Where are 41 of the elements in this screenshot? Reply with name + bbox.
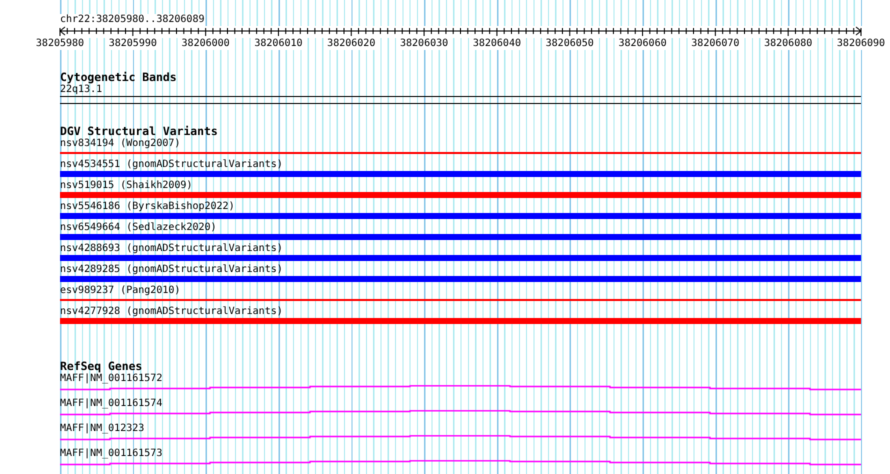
gene-label: MAFF|NM_001161573 [60, 448, 162, 460]
position-label: 38206030 [400, 38, 448, 50]
variant-bar[interactable] [60, 213, 861, 219]
variant-label: nsv4534551 (gnomADStructuralVariants) [60, 159, 283, 171]
position-label: 38206070 [691, 38, 740, 50]
variant-bar[interactable] [60, 318, 861, 324]
gene-label: MAFF|NM_001161574 [60, 398, 162, 410]
gene-model-line[interactable] [60, 435, 861, 440]
gene-model-line[interactable] [60, 385, 861, 390]
variant-label: nsv834194 (Wong2007) [60, 138, 180, 150]
position-label: 38206050 [546, 38, 594, 50]
variant-bar[interactable] [60, 192, 861, 198]
variant-label: nsv4288693 (gnomADStructuralVariants) [60, 243, 283, 255]
gene-label: MAFF|NM_001161572 [60, 373, 162, 385]
track-title: RefSeq Genes [60, 360, 142, 373]
position-label: 38206020 [327, 38, 376, 50]
track-title: DGV Structural Variants [60, 125, 218, 138]
position-label: 38205980 [36, 38, 84, 50]
variant-bar[interactable] [60, 276, 861, 282]
position-label: 38206000 [182, 38, 230, 50]
variant-label: nsv4277928 (gnomADStructuralVariants) [60, 306, 283, 318]
gene-model-line[interactable] [60, 460, 861, 466]
location-label: chr22:38205980..38206089 [60, 14, 204, 26]
position-label: 38206080 [764, 38, 812, 50]
variant-bar[interactable] [60, 234, 861, 240]
position-label: 38206060 [618, 38, 667, 50]
position-label: 38206040 [472, 38, 521, 50]
variant-label: nsv5546186 (ByrskaBishop2022) [60, 201, 235, 213]
gene-model-line[interactable] [60, 410, 861, 416]
variant-label: nsv6549664 (Sedlazeck2020) [60, 222, 217, 234]
variant-label: nsv519015 (Shaikh2009) [60, 180, 192, 192]
position-label: 38206010 [254, 38, 303, 50]
gene-label: MAFF|NM_012323 [60, 423, 144, 435]
position-label: 38206090 [836, 38, 886, 50]
track-title: Cytogenetic Bands [60, 71, 177, 84]
variant-label: esv989237 (Pang2010) [60, 285, 180, 297]
position-label: 38205990 [108, 38, 157, 50]
variant-label: nsv4289285 (gnomADStructuralVariants) [60, 264, 283, 276]
variant-bar[interactable] [60, 171, 861, 177]
variant-bar[interactable] [60, 255, 861, 261]
band-label: 22q13.1 [60, 84, 102, 95]
